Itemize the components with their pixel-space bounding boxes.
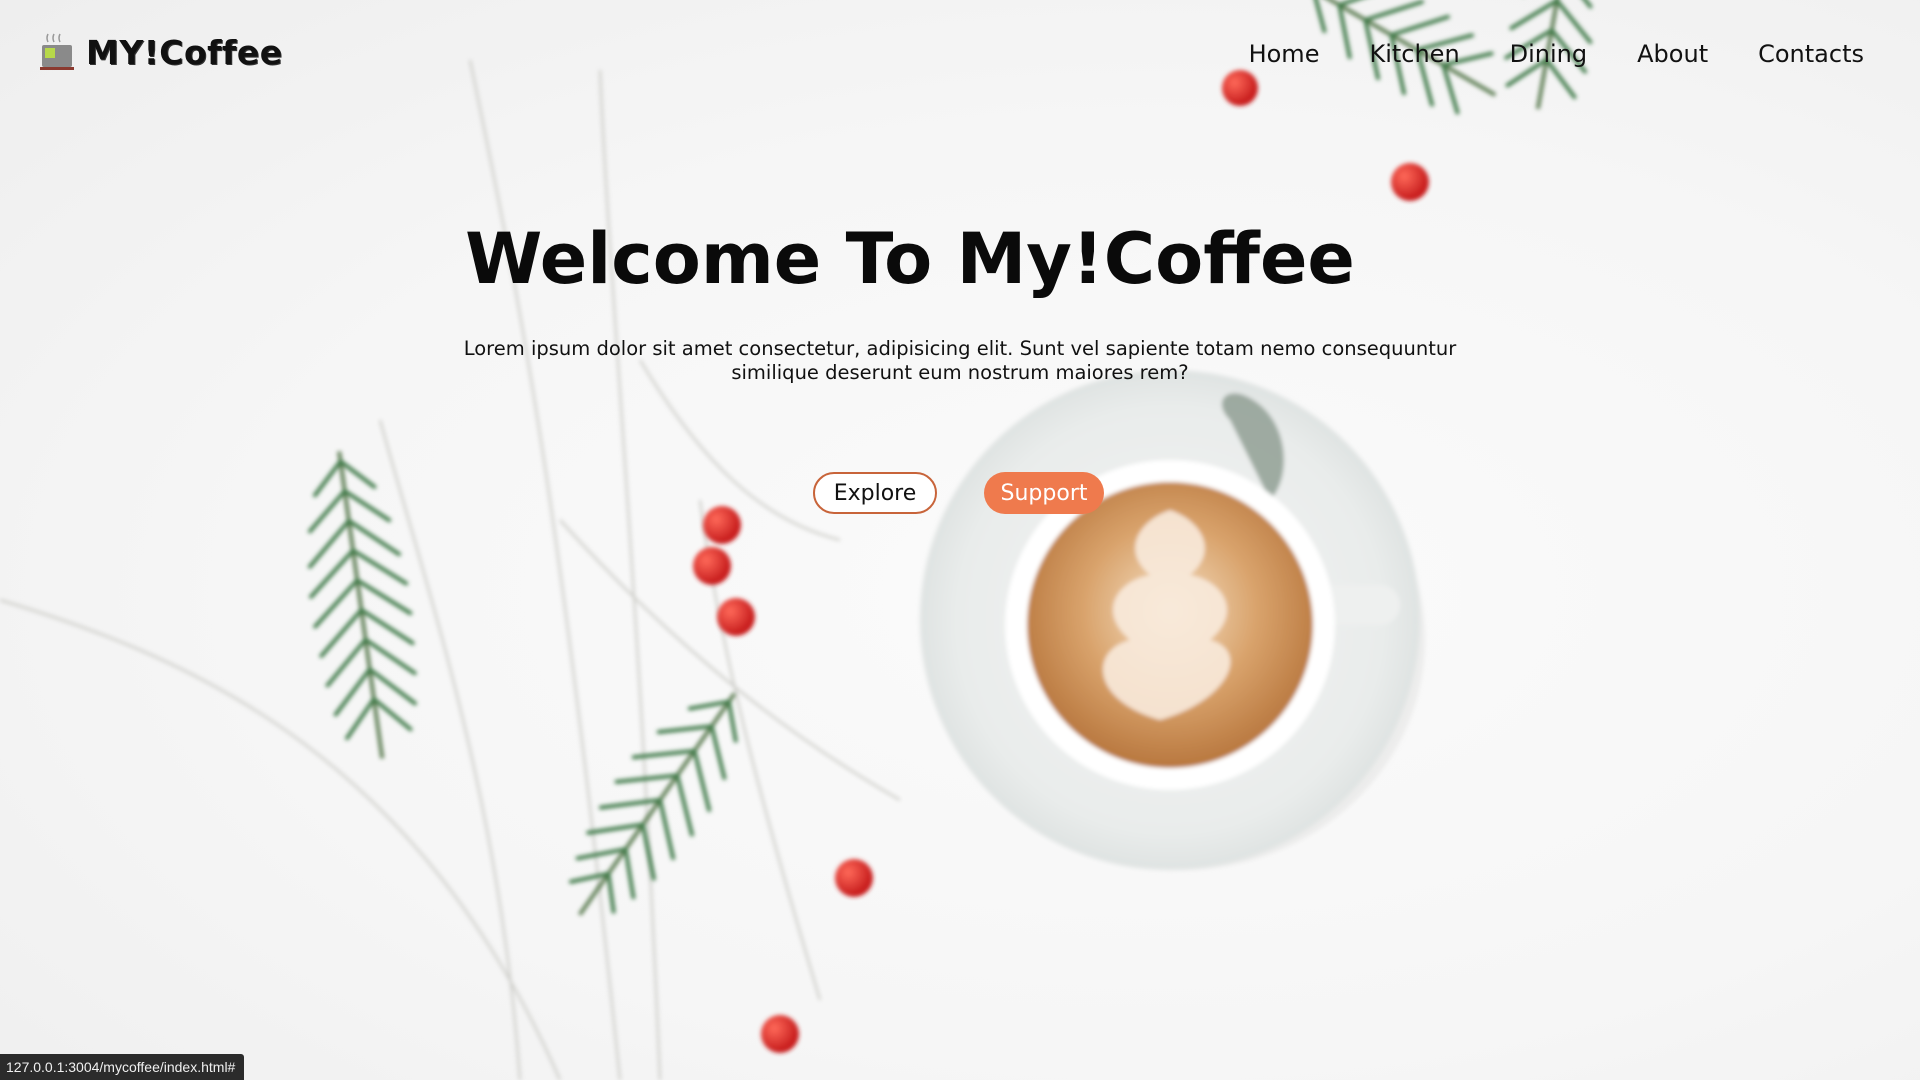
- main-nav: Home Kitchen Dining About Contacts: [1249, 40, 1864, 68]
- coffee-cup-icon: [40, 33, 74, 70]
- logo[interactable]: MY!Coffee: [38, 32, 283, 72]
- page: MY!Coffee Home Kitchen Dining About Cont…: [0, 0, 1920, 1080]
- explore-button[interactable]: Explore: [813, 472, 937, 514]
- hero-title: Welcome To My!Coffee: [465, 218, 1355, 300]
- support-button[interactable]: Support: [984, 472, 1104, 514]
- logo-text: MY!Coffee: [86, 32, 283, 72]
- nav-dining[interactable]: Dining: [1510, 40, 1587, 68]
- nav-about[interactable]: About: [1637, 40, 1708, 68]
- status-bar-url: 127.0.0.1:3004/mycoffee/index.html#: [0, 1054, 245, 1080]
- nav-kitchen[interactable]: Kitchen: [1369, 40, 1459, 68]
- background-image: [0, 0, 1593, 1080]
- nav-home[interactable]: Home: [1249, 40, 1320, 68]
- hero-description: Lorem ipsum dolor sit amet consectetur, …: [463, 337, 1457, 384]
- nav-contacts[interactable]: Contacts: [1758, 40, 1864, 68]
